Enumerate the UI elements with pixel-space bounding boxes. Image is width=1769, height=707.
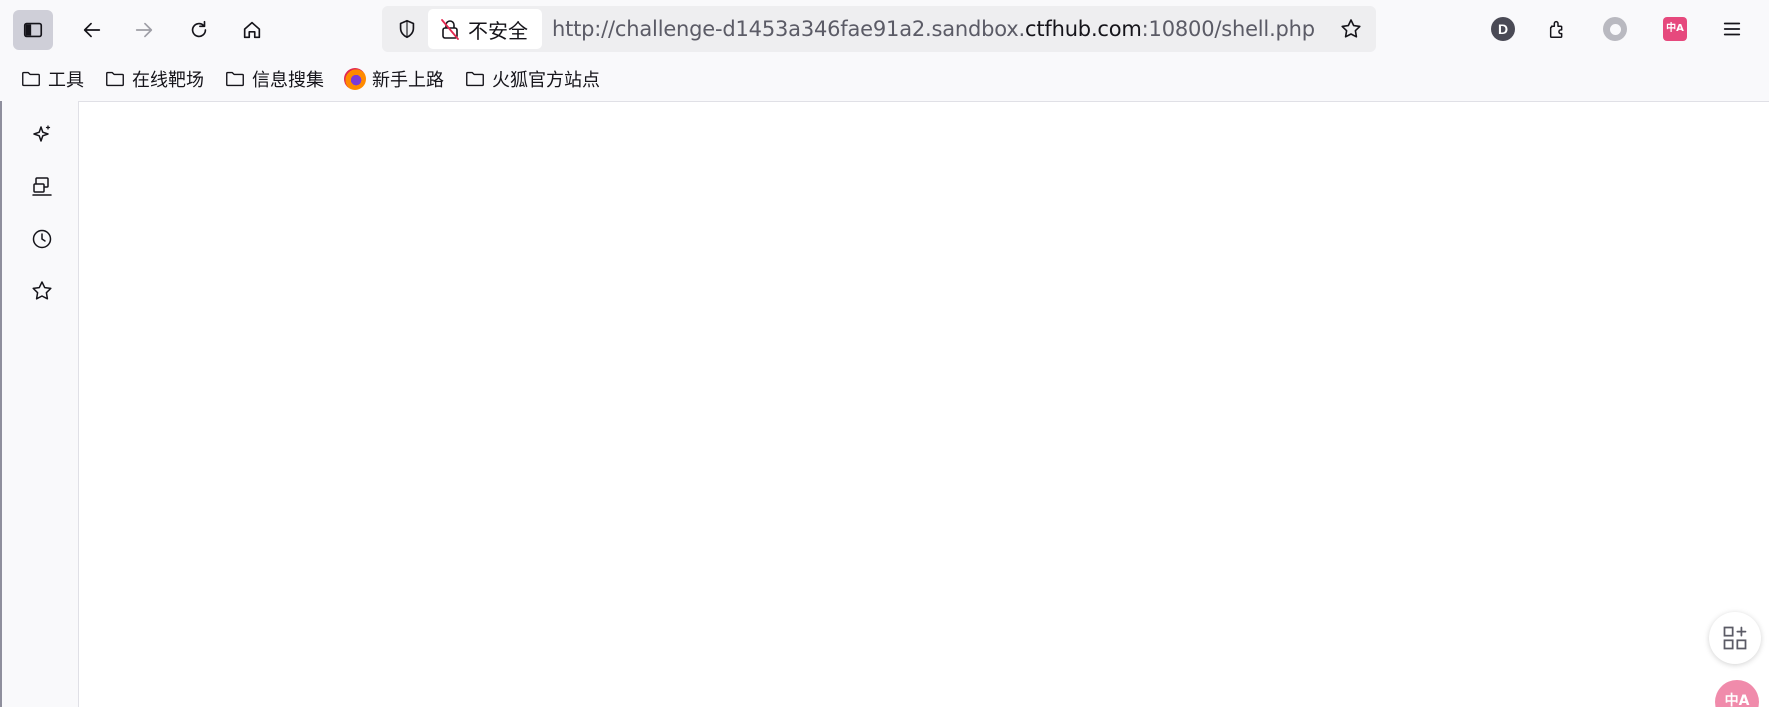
bookmarks-toolbar: 工具 在线靶场 信息搜集 新手上路 火狐官方站点 [0, 60, 1769, 100]
page-content: 中A [78, 101, 1769, 707]
bookmark-label: 信息搜集 [252, 70, 324, 91]
url-prefix: http://challenge-d1453a346fae91a2.sandbo… [552, 17, 1026, 41]
arrow-left-icon [83, 22, 101, 38]
bookmark-label: 工具 [48, 70, 84, 91]
bookmark-folder-tools[interactable]: 工具 [20, 64, 84, 94]
sidebar-history-button[interactable] [22, 219, 62, 259]
bookmark-folder-firefox-sites[interactable]: 火狐官方站点 [464, 64, 600, 94]
apps-add-icon [1723, 626, 1747, 650]
folder-icon [226, 71, 244, 87]
home-icon [243, 21, 261, 39]
folder-icon [22, 71, 40, 87]
account-avatar: D [1491, 17, 1515, 41]
sidebar [0, 101, 78, 707]
arrow-right-icon [135, 22, 153, 38]
reload-button[interactable] [179, 10, 219, 50]
folder-icon [106, 71, 124, 87]
back-button[interactable] [72, 10, 112, 50]
bookmark-label: 在线靶场 [132, 70, 204, 91]
site-security-indicator[interactable]: 不安全 [428, 9, 542, 49]
bookmark-label: 新手上路 [372, 70, 444, 91]
browser-window: 不安全 http://challenge-d1453a346fae91a2.sa… [0, 0, 1769, 707]
bookmark-folder-info-gathering[interactable]: 信息搜集 [224, 64, 324, 94]
url-domain: ctfhub.com [1025, 17, 1142, 41]
star-icon [1341, 19, 1361, 38]
synced-tabs-icon [32, 177, 52, 196]
record-extension-button[interactable] [1595, 9, 1635, 49]
app-menu-button[interactable] [1712, 9, 1752, 49]
folder-icon [466, 71, 484, 87]
reload-icon [191, 20, 207, 38]
navigation-toolbar: 不安全 http://challenge-d1453a346fae91a2.sa… [0, 0, 1769, 58]
record-icon [1603, 17, 1627, 41]
bookmark-folder-online-ranges[interactable]: 在线靶场 [104, 64, 204, 94]
bookmark-page-button[interactable] [1336, 14, 1366, 44]
firefox-icon [344, 68, 366, 90]
tracking-protection-button[interactable] [392, 14, 422, 44]
translate-extension-button[interactable]: 中A [1655, 9, 1695, 49]
url-bar[interactable]: 不安全 http://challenge-d1453a346fae91a2.sa… [382, 6, 1376, 52]
home-button[interactable] [232, 10, 272, 50]
bookmark-getting-started[interactable]: 新手上路 [344, 64, 444, 94]
bookmark-label: 火狐官方站点 [492, 70, 600, 91]
account-button[interactable]: D [1483, 9, 1523, 49]
sparkle-icon [33, 125, 51, 142]
url-text[interactable]: http://challenge-d1453a346fae91a2.sandbo… [552, 6, 1315, 52]
extensions-button[interactable] [1538, 9, 1578, 49]
sidebar-icon [23, 22, 43, 38]
sidebar-toggle-button[interactable] [13, 10, 53, 50]
sidebar-ai-chatbot-button[interactable] [22, 115, 62, 155]
sidebar-bookmarks-button[interactable] [22, 271, 62, 311]
bookmarks-star-icon [32, 281, 52, 300]
hamburger-menu-icon [1723, 22, 1741, 36]
insecure-lock-icon [441, 19, 459, 40]
history-icon [32, 229, 52, 249]
forward-button[interactable] [124, 10, 164, 50]
shield-icon [399, 19, 415, 39]
floating-tools-button[interactable] [1709, 612, 1761, 664]
url-suffix: :10800/shell.php [1141, 17, 1315, 41]
translate-icon: 中A [1663, 17, 1687, 41]
insecure-label: 不安全 [468, 18, 528, 43]
puzzle-icon [1549, 20, 1563, 38]
floating-translate-button[interactable]: 中A [1715, 680, 1759, 707]
sidebar-synced-tabs-button[interactable] [22, 167, 62, 207]
